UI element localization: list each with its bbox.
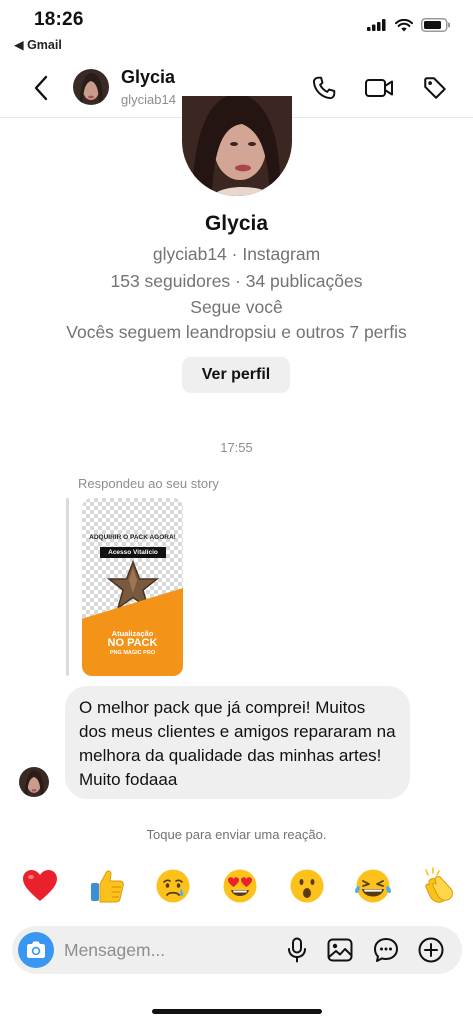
sticker-icon [374,938,398,962]
reaction-laughing[interactable] [353,866,393,906]
tears-of-joy-icon [355,869,392,903]
reaction-clapping[interactable] [420,866,460,906]
plus-icon [418,937,444,963]
reply-indicator-bar [66,498,69,676]
video-camera-icon [365,79,393,97]
message-input[interactable] [64,926,274,974]
status-bar: 18:26 ◀ Gmail [0,0,473,58]
phone-icon [312,76,336,100]
reaction-hint: Toque para enviar uma reação. [146,827,327,842]
story-reply-label: Respondeu ao seu story [78,476,219,491]
wifi-icon [395,18,413,31]
signal-icon [367,19,386,31]
back-to-app-link[interactable]: ◀ Gmail [14,37,62,52]
microphone-icon [288,937,306,963]
gallery-button[interactable] [325,935,355,965]
story-top-text: ADQUIRIR O PACK AGORA! [89,534,176,541]
sticker-button[interactable] [371,935,401,965]
gallery-icon [327,938,353,962]
heart-eyes-icon [223,869,257,903]
reaction-heart-eyes[interactable] [220,866,260,906]
tag-icon [424,77,446,99]
reaction-surprised[interactable] [287,866,327,906]
home-indicator [152,1009,322,1014]
reaction-heart[interactable] [20,866,60,906]
message-timestamp: 17:55 [220,440,253,455]
status-icons [367,18,451,32]
header-handle: glyciab14 [121,92,176,107]
back-chevron-icon [34,75,48,101]
reaction-crying[interactable] [153,866,193,906]
story-line-2: NO PACK [107,637,158,649]
story-badge: Acesso Vitalício [100,547,166,558]
profile-follows-line: Segue você [190,297,283,317]
header-avatar[interactable] [73,69,109,105]
profile-handle-line: glyciab14 · Instagram [152,244,321,264]
profile-mutual-line: Vocês seguem leandropsiu e outros 7 perf… [66,322,407,342]
profile-stats-line: 153 seguidores · 34 publicações [110,271,363,291]
back-button[interactable] [26,72,56,104]
quick-reactions [20,864,460,908]
surprised-face-icon [290,869,324,903]
video-call-button[interactable] [362,71,396,105]
voice-message-button[interactable] [282,935,312,965]
heart-icon [23,870,57,901]
crying-face-icon [156,869,190,903]
profile-name: Glycia [204,212,269,235]
message-bubble[interactable]: O melhor pack que já comprei! Muitos dos… [65,686,410,799]
story-thumbnail[interactable]: ADQUIRIR O PACK AGORA! Acesso Vitalício … [82,498,183,676]
more-options-button[interactable] [416,935,446,965]
clapping-hands-icon [425,867,453,903]
call-button[interactable] [307,71,341,105]
label-button[interactable] [418,71,452,105]
camera-icon [27,941,45,958]
message-composer [12,926,462,974]
view-profile-button[interactable]: Ver perfil [182,357,290,393]
battery-icon [421,18,450,32]
header-name[interactable]: Glycia [121,67,175,88]
camera-button[interactable] [18,932,54,968]
profile-photo[interactable] [182,96,292,196]
story-line-3: PNG MAGIC PRO [109,650,156,656]
sender-avatar[interactable] [19,767,49,797]
thumbs-up-icon [90,870,124,903]
status-time: 18:26 [34,9,84,30]
reaction-thumbs-up[interactable] [87,866,127,906]
